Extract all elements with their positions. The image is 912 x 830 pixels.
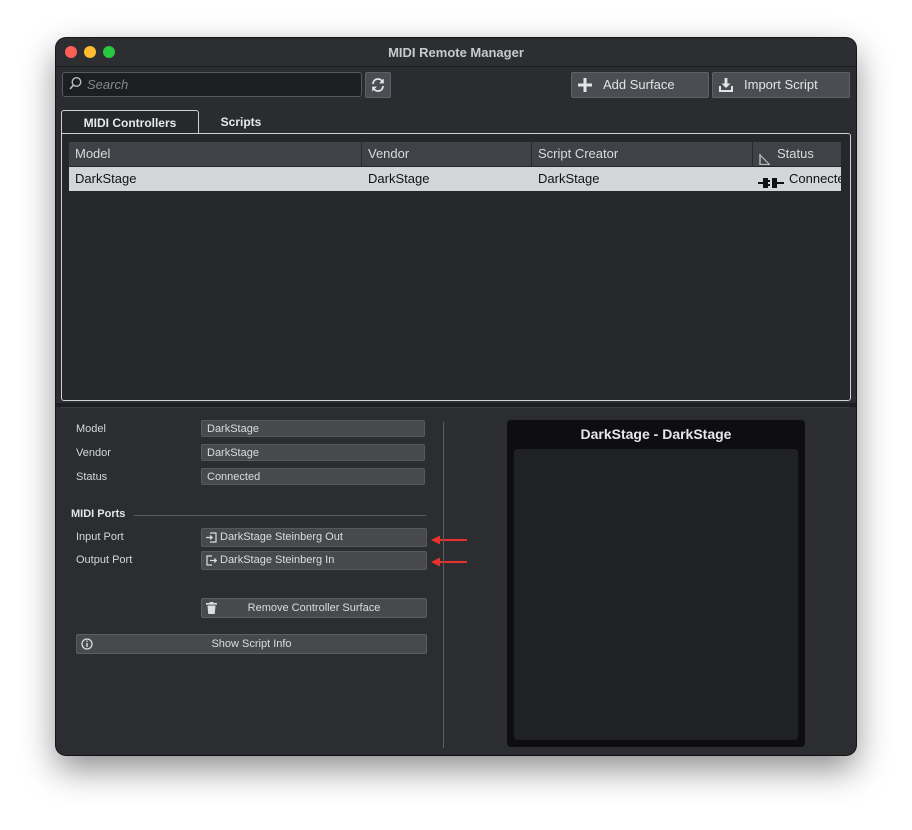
table-row[interactable]: DarkStage DarkStage DarkStage Connected — [69, 167, 841, 191]
preview-title: DarkStage - DarkStage — [580, 426, 732, 442]
title-bar: MIDI Remote Manager — [56, 38, 856, 67]
column-header-vendor[interactable]: Vendor — [362, 142, 532, 166]
model-field: DarkStage — [201, 420, 425, 437]
table-header: Model Vendor Script Creator Status — [69, 142, 841, 166]
row-vendor: DarkStage — [368, 171, 430, 186]
info-icon — [81, 638, 93, 656]
surface-preview: DarkStage - DarkStage — [507, 420, 805, 747]
search-input[interactable] — [87, 75, 347, 93]
import-script-label: Import Script — [744, 77, 818, 92]
plus-icon — [577, 77, 593, 96]
column-header-script-creator[interactable]: Script Creator — [532, 142, 753, 166]
port-in-icon — [206, 532, 217, 549]
midi-remote-manager-window: MIDI Remote Manager Add Surface Import S… — [56, 38, 856, 755]
column-header-model[interactable]: Model — [69, 142, 362, 166]
annotation-arrow-input — [431, 535, 467, 545]
port-out-icon — [206, 555, 218, 572]
remove-controller-surface-label: Remove Controller Surface — [247, 602, 381, 614]
toolbar: Add Surface Import Script — [56, 67, 856, 103]
window-title: MIDI Remote Manager — [388, 45, 524, 60]
row-script-creator: DarkStage — [538, 171, 600, 186]
vendor-label: Vendor — [76, 447, 111, 459]
show-script-info-button[interactable]: Show Script Info — [76, 634, 427, 654]
controller-details-panel: Model DarkStage Vendor DarkStage Status … — [61, 407, 849, 751]
import-script-button[interactable]: Import Script — [712, 72, 850, 98]
midi-ports-heading: MIDI Ports — [71, 508, 126, 520]
output-port-label: Output Port — [76, 554, 133, 566]
refresh-button[interactable] — [365, 72, 391, 98]
input-port-label: Input Port — [76, 531, 124, 543]
annotation-arrow-output — [431, 557, 467, 567]
plug-connected-icon — [758, 173, 785, 191]
import-icon — [718, 77, 734, 96]
input-port-value: DarkStage Steinberg Out — [220, 531, 343, 543]
preview-canvas — [514, 449, 798, 740]
trash-icon — [206, 602, 217, 620]
add-surface-button[interactable]: Add Surface — [571, 72, 709, 98]
vendor-field: DarkStage — [201, 444, 425, 461]
search-icon — [68, 76, 83, 91]
section-divider — [134, 515, 426, 516]
vertical-divider — [443, 422, 444, 748]
row-model: DarkStage — [75, 171, 137, 186]
tab-midi-controllers[interactable]: MIDI Controllers — [61, 110, 199, 135]
column-header-status-label: Status — [777, 146, 814, 161]
status-field: Connected — [201, 468, 425, 485]
add-surface-label: Add Surface — [603, 77, 675, 92]
row-status: Connected — [753, 167, 841, 191]
output-port-select[interactable]: DarkStage Steinberg In — [201, 551, 427, 570]
controllers-table-panel: Model Vendor Script Creator Status DarkS… — [61, 133, 851, 401]
tab-scripts[interactable]: Scripts — [206, 110, 276, 134]
column-header-status[interactable]: Status — [753, 142, 841, 166]
input-port-select[interactable]: DarkStage Steinberg Out — [201, 528, 427, 547]
model-label: Model — [76, 423, 106, 435]
show-script-info-label: Show Script Info — [211, 638, 292, 650]
row-status-label: Connected — [789, 171, 841, 186]
remove-controller-surface-button[interactable]: Remove Controller Surface — [201, 598, 427, 618]
status-label: Status — [76, 471, 108, 483]
tab-strip: MIDI Controllers Scripts — [56, 104, 856, 135]
output-port-value: DarkStage Steinberg In — [220, 554, 335, 566]
search-box[interactable] — [62, 72, 362, 97]
